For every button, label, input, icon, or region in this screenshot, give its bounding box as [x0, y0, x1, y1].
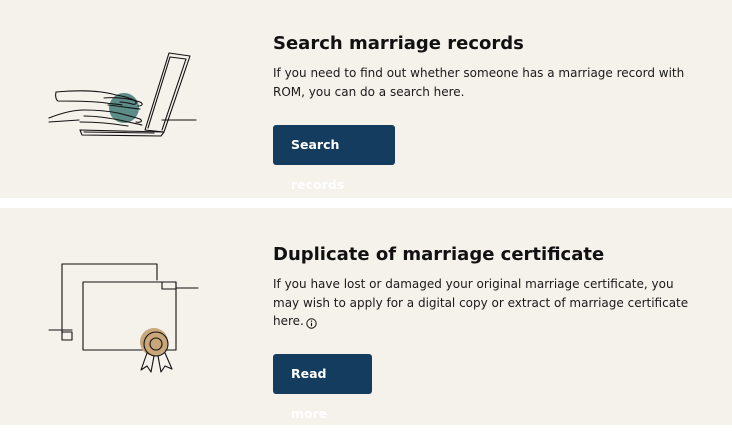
certificate-illustration — [44, 260, 204, 380]
read-more-button[interactable]: Read more — [273, 354, 372, 421]
card-description: If you need to find out whether someone … — [273, 66, 685, 99]
duplicate-certificate-card: Duplicate of marriage certificate If you… — [0, 208, 732, 425]
search-records-content: Search marriage records If you need to f… — [273, 32, 693, 101]
card-title: Search marriage records — [273, 33, 524, 54]
info-icon[interactable] — [306, 316, 317, 329]
search-records-card: Search marriage records If you need to f… — [0, 0, 732, 198]
card-description-text: If you have lost or damaged your origina… — [273, 277, 689, 328]
laptop-typing-illustration — [44, 48, 204, 143]
duplicate-certificate-content: Duplicate of marriage certificate If you… — [273, 243, 693, 331]
card-title: Duplicate of marriage certificate — [273, 244, 605, 265]
search-records-button[interactable]: Search records — [273, 125, 395, 192]
card-description: If you have lost or damaged your origina… — [273, 275, 693, 331]
